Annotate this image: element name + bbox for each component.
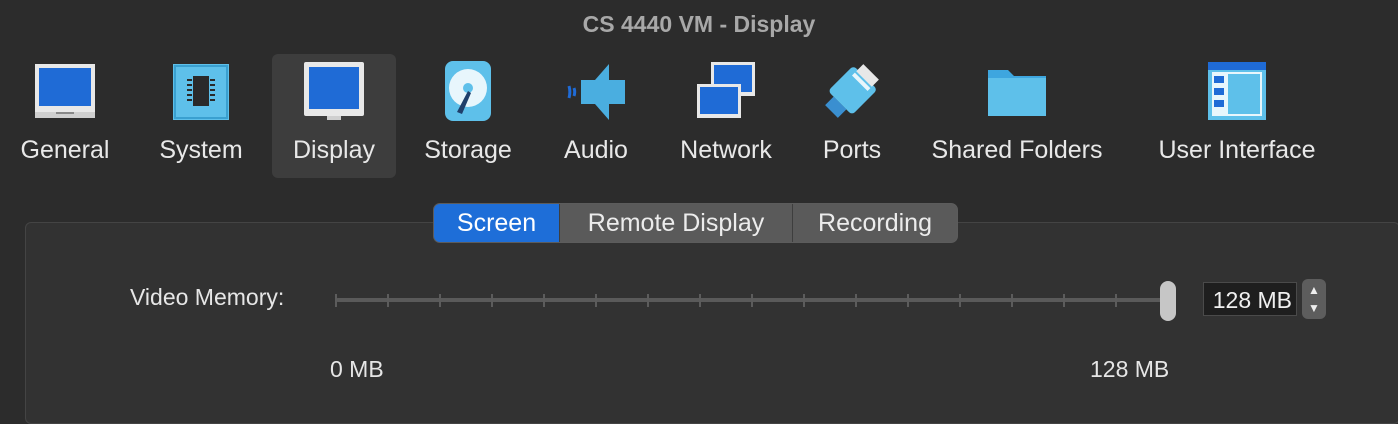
toolbar-item-ports[interactable]: Ports [810,54,894,178]
slider-tick [1011,294,1013,307]
slider-tick [491,294,493,307]
slider-tick [387,294,389,307]
toolbar-label-shared-folders: Shared Folders [931,136,1103,164]
slider-tick [439,294,441,307]
video-memory-stepper[interactable]: ▲ ▼ [1302,279,1326,319]
slider-tick [543,294,545,307]
tab-recording[interactable]: Recording [793,204,957,242]
slider-tick [803,294,805,307]
toolbar-item-audio[interactable]: Audio [556,54,636,178]
settings-toolbar: General System Display Storage Audio Net… [0,52,1398,180]
slider-tick [1063,294,1065,307]
network-icon [697,62,755,118]
slider-min-label: 0 MB [330,356,384,382]
slider-tick [1115,294,1117,307]
toolbar-label-ports: Ports [822,136,882,164]
system-icon [173,64,229,120]
storage-icon [445,61,491,121]
toolbar-label-user-interface: User Interface [1158,136,1316,164]
toolbar-label-audio: Audio [564,136,628,164]
toolbar-item-general[interactable]: General [12,54,118,178]
toolbar-label-display: Display [293,136,375,164]
window-title: CS 4440 VM - Display [582,11,816,37]
toolbar-item-display[interactable]: Display [272,54,396,178]
toolbar-label-network: Network [680,136,772,164]
ports-icon [825,64,879,118]
slider-tick [647,294,649,307]
audio-icon [567,64,625,120]
stepper-down-icon[interactable]: ▼ [1308,299,1320,317]
shared-folders-icon [988,70,1046,116]
toolbar-item-storage[interactable]: Storage [416,54,520,178]
video-memory-slider-thumb[interactable] [1160,281,1176,321]
toolbar-item-user-interface[interactable]: User Interface [1148,54,1326,178]
slider-tick [855,294,857,307]
stepper-up-icon[interactable]: ▲ [1308,281,1320,299]
display-tabs: Screen Remote Display Recording [433,203,958,243]
slider-tick [699,294,701,307]
toolbar-item-shared-folders[interactable]: Shared Folders [924,54,1110,178]
toolbar-item-network[interactable]: Network [670,54,782,178]
slider-tick [959,294,961,307]
general-icon [35,64,95,118]
tab-remote-display[interactable]: Remote Display [560,204,792,242]
tab-screen[interactable]: Screen [434,204,559,242]
toolbar-label-system: System [159,136,243,164]
toolbar-label-general: General [20,136,110,164]
slider-tick [335,294,337,307]
display-icon [304,62,364,120]
toolbar-label-storage: Storage [424,136,512,164]
settings-panel [25,222,1398,424]
slider-max-label: 128 MB [1090,356,1170,382]
video-memory-label: Video Memory: [130,284,285,310]
user-interface-icon [1208,62,1266,120]
slider-tick [751,294,753,307]
video-memory-input[interactable]: 128 MB [1203,282,1297,316]
slider-tick [907,294,909,307]
slider-tick [595,294,597,307]
toolbar-item-system[interactable]: System [150,54,252,178]
